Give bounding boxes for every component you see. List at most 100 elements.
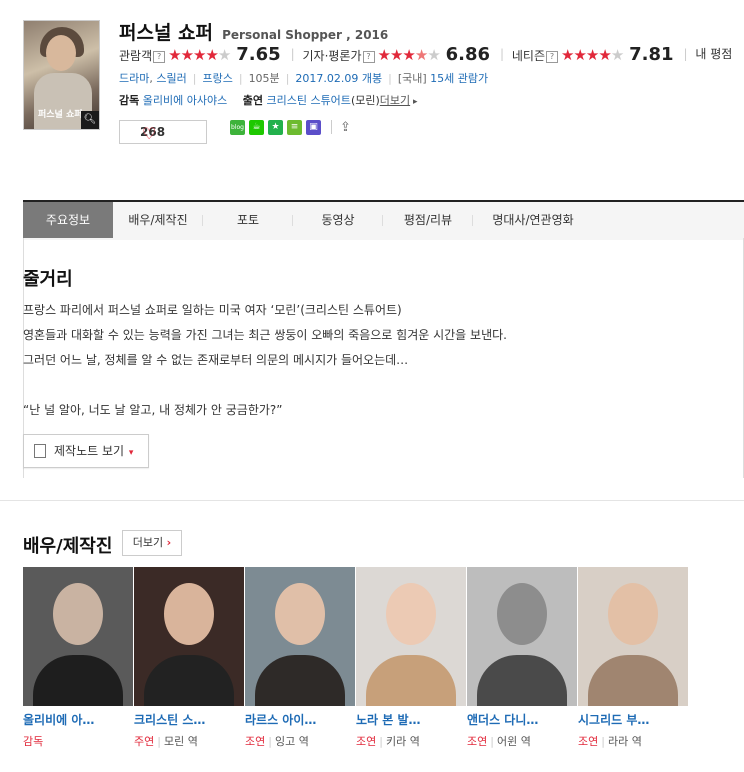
cast-photo[interactable] [467, 567, 577, 706]
cast-role-type: 조연 [356, 735, 377, 748]
rating-audience: 관람객? ★★★★★ 7.65 [119, 44, 281, 65]
like-button[interactable]: ♡ 268 [119, 120, 207, 144]
chevron-right-icon: ▸ [410, 97, 418, 107]
cast-photo-torso [33, 655, 123, 706]
tab-photo[interactable]: 포토 [203, 202, 293, 238]
rating-label: 관람객 [119, 49, 153, 63]
credits-more-link[interactable]: 더보기 [380, 94, 410, 107]
cast-role-name: 어윈 역 [496, 735, 531, 748]
rating-score: 6.86 [445, 44, 491, 65]
cast-role-type: 조연 [245, 735, 266, 748]
cast-role: 조연 | 어윈 역 [467, 735, 531, 748]
cast-photo-torso [477, 655, 567, 706]
cast-label: 출연 [242, 94, 263, 107]
cast-photo[interactable] [356, 567, 466, 706]
grade-prefix: [국내] [397, 72, 427, 85]
synopsis-line: 영혼들과 대화할 수 있는 능력을 가진 그녀는 최근 쌍둥이 오빠의 죽음으로… [23, 328, 507, 342]
cast-name[interactable]: 앤더스 다니… [467, 711, 577, 728]
synopsis-line: “난 널 알아, 너도 날 알고, 내 정체가 안 궁금한가?” [23, 403, 283, 417]
cast-name[interactable]: 올리비에 아… [23, 711, 133, 728]
tab-label: 배우/제작진 [128, 213, 188, 227]
grade-link[interactable]: 15세 관람가 [430, 72, 488, 85]
cafe-share-icon[interactable]: ☕ [249, 120, 264, 135]
cast-role-type: 주연 [134, 735, 155, 748]
cast-card[interactable]: 시그리드 부… 조연 | 라라 역 [578, 567, 688, 749]
zoom-icon[interactable]: 🔍︎ [81, 111, 99, 129]
country-link[interactable]: 프랑스 [202, 72, 232, 85]
my-rating-link[interactable]: 내 평점 [695, 47, 732, 61]
tab-reviews[interactable]: 평점/리뷰 [383, 202, 473, 238]
production-note-label: 제작노트 보기 [54, 444, 125, 458]
cast-role-name: 모린 역 [163, 735, 198, 748]
tab-main-info[interactable]: 주요정보 [23, 202, 113, 238]
cast-photo[interactable] [134, 567, 244, 706]
movie-title-row: 퍼스널 쇼퍼 Personal Shopper , 2016 [119, 18, 388, 45]
share-icons: blog ☕ ★ ≡ ▣ ⇪ [230, 120, 357, 138]
director-link[interactable]: 올리비에 아사야스 [143, 94, 227, 107]
tab-label: 평점/리뷰 [403, 213, 453, 227]
cast-photo[interactable] [245, 567, 355, 706]
cast-role-type: 조연 [467, 735, 488, 748]
cast-card[interactable]: 크리스틴 스… 주연 | 모린 역 [134, 567, 244, 749]
blog-share-icon[interactable]: blog [230, 120, 245, 135]
heart-icon: ♡ [142, 124, 157, 143]
release-date[interactable]: 2017.02.09 개봉 [295, 72, 382, 85]
plus-share-icon[interactable]: ▣ [306, 120, 321, 135]
synopsis-line: 그러던 어느 날, 정체를 알 수 없는 존재로부터 의문의 메시지가 들어오는… [23, 353, 409, 367]
cast-name[interactable]: 라르스 아이… [245, 711, 355, 728]
movie-poster[interactable]: 퍼스널 쇼퍼 🔍︎ [23, 20, 100, 130]
movie-title-english: Personal Shopper , 2016 [222, 28, 389, 42]
cast-photo-head [386, 583, 436, 645]
divider [331, 120, 332, 134]
tab-quotes-related[interactable]: 명대사/연관영화 [473, 202, 593, 238]
movie-info-row: 드라마, 스릴러 | 프랑스 | 105분 | 2017.02.09 개봉 | [국내] 15세… [119, 72, 489, 85]
separator: | [290, 47, 295, 61]
cast-photo-head [164, 583, 214, 645]
cast-photo[interactable] [23, 567, 133, 706]
genre-link[interactable]: 드라마 [119, 72, 149, 85]
cast-photo-torso [255, 655, 345, 706]
me-share-icon[interactable]: ★ [268, 120, 283, 135]
cast-name[interactable]: 시그리드 부… [578, 711, 688, 728]
cast-card[interactable]: 앤더스 다니… 조연 | 어윈 역 [467, 567, 577, 749]
cast-role-type: 조연 [578, 735, 599, 748]
cast-link[interactable]: 크리스틴 스튜어트 [266, 94, 350, 107]
star-rating: ★★★★★ [168, 46, 231, 64]
cast-photo[interactable] [578, 567, 688, 706]
cast-card[interactable]: 라르스 아이… 조연 | 잉고 역 [245, 567, 355, 749]
share-icon[interactable]: ⇪ [338, 120, 353, 135]
help-icon[interactable]: ? [546, 51, 559, 63]
director-label: 감독 [119, 94, 140, 107]
cast-section-title: 배우/제작진 [23, 536, 113, 557]
cast-more-button[interactable]: 더보기 › [122, 530, 182, 556]
genre-link[interactable]: 스릴러 [156, 72, 186, 85]
runtime: 105분 [248, 72, 280, 85]
separator: | [683, 47, 688, 61]
cast-role: 조연 | 잉고 역 [245, 735, 309, 748]
cast-name[interactable]: 크리스틴 스… [134, 711, 244, 728]
movie-title: 퍼스널 쇼퍼 [119, 22, 214, 44]
credits-row: 감독 올리비에 아사야스 출연 크리스틴 스튜어트(모린)더보기 ▸ [119, 92, 418, 108]
production-note-button[interactable]: 제작노트 보기 ▾ [23, 434, 149, 468]
section-divider [0, 500, 744, 501]
cast-name[interactable]: 노라 본 발… [356, 711, 466, 728]
cast-card[interactable]: 노라 본 발… 조연 | 키라 역 [356, 567, 466, 749]
cast-card[interactable]: 올리비에 아… 감독 [23, 567, 133, 749]
help-icon[interactable]: ? [362, 51, 375, 63]
star-rating: ★★★★★ [561, 46, 624, 64]
rating-score: 7.81 [629, 44, 674, 65]
synopsis-text: 프랑스 파리에서 퍼스널 쇼퍼로 일하는 미국 여자 ‘모린’(크리스틴 스튜어… [23, 298, 507, 423]
rating-critics: 기자·평론가? ★★★★★ 6.86 [303, 44, 491, 65]
tab-cast-crew[interactable]: 배우/제작진 [113, 202, 203, 238]
band-share-icon[interactable]: ≡ [287, 120, 302, 135]
cast-photo-torso [366, 655, 456, 706]
help-icon[interactable]: ? [153, 51, 166, 63]
tab-video[interactable]: 동영상 [293, 202, 383, 238]
tab-bar: 주요정보 배우/제작진 포토 동영상 평점/리뷰 명대사/연관영화 [23, 200, 744, 240]
cast-photo-torso [588, 655, 678, 706]
cast-photo-head [608, 583, 658, 645]
document-icon [34, 444, 46, 458]
synopsis-line: 프랑스 파리에서 퍼스널 쇼퍼로 일하는 미국 여자 ‘모린’(크리스틴 스튜어… [23, 303, 402, 317]
cast-role: 조연 | 라라 역 [578, 735, 642, 748]
rating-label: 네티즌 [511, 49, 546, 63]
